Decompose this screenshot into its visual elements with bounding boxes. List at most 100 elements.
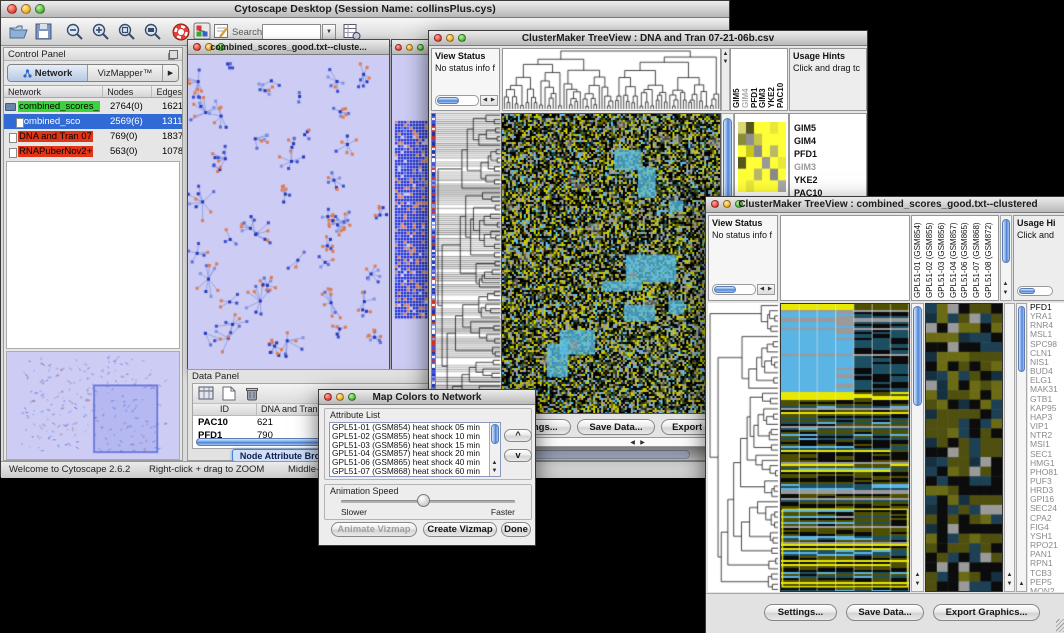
tab-overflow-arrow-icon[interactable]: ▶ xyxy=(163,65,178,81)
row-label[interactable]: GIM3 xyxy=(794,161,822,174)
scroll-thumb[interactable] xyxy=(1002,219,1010,263)
mini-vscrollbar[interactable]: ▲▼ xyxy=(721,48,730,111)
row-label[interactable]: GIM5 xyxy=(794,122,822,135)
usage-hints-hscrollbar[interactable] xyxy=(1017,286,1053,296)
select-attributes-icon[interactable] xyxy=(198,386,214,401)
network-view-titlebar[interactable]: combined_scores_good.txt--cluste... xyxy=(188,40,389,55)
row-label[interactable]: PFD1 xyxy=(794,148,822,161)
scroll-down-icon[interactable]: ▼ xyxy=(1005,580,1014,588)
network-overview-canvas[interactable] xyxy=(6,351,180,460)
view-status-hscrollbar[interactable] xyxy=(435,95,479,106)
column-label[interactable]: YKE2 xyxy=(768,50,777,109)
scroll-up-icon[interactable]: ▲ xyxy=(1017,580,1026,588)
zoom-window-icon[interactable] xyxy=(417,44,424,51)
done-button[interactable]: Done xyxy=(501,522,531,537)
column-label[interactable]: GIM5 xyxy=(733,50,742,109)
heatmap-vscrollbar[interactable]: ▲ ▼ xyxy=(911,303,924,592)
scroll-up-icon[interactable]: ▲ xyxy=(1001,280,1010,288)
column-label[interactable]: GIM4 xyxy=(742,50,751,109)
column-dendrogram-canvas[interactable] xyxy=(503,49,720,110)
scroll-arrows[interactable]: ◀▶ xyxy=(757,284,775,295)
zoom-heatmap-canvas[interactable] xyxy=(925,303,1003,592)
scroll-arrows[interactable]: ◀▶ xyxy=(480,95,498,106)
treeview1-titlebar[interactable]: ClusterMaker TreeView : DNA and Tran 07-… xyxy=(429,31,867,46)
col-nodes[interactable]: Nodes xyxy=(103,86,152,97)
network-row[interactable]: RNAPuberNov2+ 563(0) 107847(0) xyxy=(4,144,182,159)
search-input[interactable] xyxy=(262,24,321,40)
col-edges[interactable]: Edges xyxy=(152,86,182,97)
new-attribute-icon[interactable] xyxy=(222,386,236,401)
move-up-button[interactable]: ^ xyxy=(504,429,532,442)
heatmap-canvas[interactable] xyxy=(501,113,721,414)
resize-grip[interactable] xyxy=(1056,619,1064,632)
scroll-thumb[interactable] xyxy=(1019,288,1035,294)
heatmap-canvas[interactable] xyxy=(780,303,910,592)
save-icon[interactable] xyxy=(34,22,53,41)
scroll-thumb[interactable] xyxy=(714,286,736,293)
labels-vscrollbar[interactable]: ▲ ▼ xyxy=(1000,215,1012,301)
scroll-up-icon[interactable]: ▲ xyxy=(721,50,730,58)
column-label[interactable]: GPL51-04 (GSM857) xyxy=(950,217,962,299)
treeview2-titlebar[interactable]: ClusterMaker TreeView : combined_scores_… xyxy=(706,197,1064,213)
dialog-titlebar[interactable]: Map Colors to Network xyxy=(319,390,535,405)
scroll-right-icon[interactable]: ▶ xyxy=(766,285,774,294)
network-graph-canvas[interactable] xyxy=(188,55,389,371)
tab-vizmapper[interactable]: VizMapper™ xyxy=(88,65,163,81)
scroll-down-icon[interactable]: ▼ xyxy=(913,580,922,588)
row-label[interactable]: GIM4 xyxy=(794,135,822,148)
save-data-button[interactable]: Save Data... xyxy=(846,604,924,621)
row-dendrogram-canvas[interactable] xyxy=(708,303,779,592)
scroll-thumb[interactable] xyxy=(491,424,499,444)
scroll-left-icon[interactable]: ◀ xyxy=(481,96,489,105)
column-label[interactable]: GPL51-07 (GSM868) xyxy=(973,217,985,299)
scroll-right-icon[interactable]: ▶ xyxy=(489,96,497,105)
column-label[interactable]: GPL51-02 (GSM855) xyxy=(926,217,938,299)
network-row[interactable]: combined_scores_ 2764(0) 16218(0) xyxy=(4,99,182,114)
scroll-left-icon[interactable]: ◀ xyxy=(628,439,637,447)
row-dendrogram-canvas[interactable] xyxy=(436,113,501,414)
view-status-hscrollbar[interactable] xyxy=(712,284,756,295)
gene-label[interactable]: MON2 xyxy=(1028,587,1064,592)
scroll-up-icon[interactable]: ▲ xyxy=(490,459,499,467)
scroll-thumb[interactable] xyxy=(1018,306,1025,372)
zoom-vscrollbar[interactable]: ▲ ▼ xyxy=(1004,303,1015,592)
scroll-down-icon[interactable]: ▼ xyxy=(490,467,499,475)
zoom-in-icon[interactable] xyxy=(91,22,111,42)
column-label[interactable]: GIM3 xyxy=(759,50,768,109)
minimize-icon[interactable] xyxy=(406,44,413,51)
scroll-right-icon[interactable]: ▶ xyxy=(638,439,647,447)
delete-attribute-icon[interactable] xyxy=(245,386,259,401)
scroll-thumb[interactable] xyxy=(913,306,922,406)
save-data-button[interactable]: Save Data... xyxy=(577,419,655,435)
network-view-2-titlebar[interactable] xyxy=(392,40,429,55)
scroll-down-icon[interactable]: ▼ xyxy=(1001,289,1010,297)
scroll-down-icon[interactable]: ▼ xyxy=(721,58,730,66)
animate-vizmap-button[interactable]: Animate Vizmap xyxy=(331,522,417,537)
float-panel-icon[interactable] xyxy=(169,50,178,59)
move-down-button[interactable]: v xyxy=(504,449,532,462)
zoom-out-icon[interactable] xyxy=(65,22,85,42)
col-network[interactable]: Network xyxy=(4,86,103,97)
gene-list-vscrollbar[interactable]: ▲ xyxy=(1016,303,1027,592)
zoom-heatmap-canvas[interactable] xyxy=(738,122,786,192)
column-label[interactable]: PAC10 xyxy=(777,50,786,109)
tab-network[interactable]: Network xyxy=(8,65,88,81)
create-vizmap-button[interactable]: Create Vizmap xyxy=(423,522,497,537)
attribute-item[interactable]: GPL51-07 (GSM868) heat shock 60 min xyxy=(330,467,500,476)
row-label[interactable]: YKE2 xyxy=(794,174,822,187)
id-column-header[interactable]: ID xyxy=(193,404,257,415)
network-graph-canvas-2[interactable] xyxy=(392,55,429,371)
search-dropdown-arrow-icon[interactable]: ▼ xyxy=(322,24,336,40)
column-label[interactable]: GPL51-03 (GSM856) xyxy=(938,217,950,299)
speed-slider-thumb[interactable] xyxy=(417,494,430,507)
zoom-selected-icon[interactable] xyxy=(117,22,137,42)
scroll-up-icon[interactable]: ▲ xyxy=(913,571,922,579)
column-label[interactable]: GPL51-01 (GSM854) xyxy=(914,217,926,299)
scroll-thumb[interactable] xyxy=(437,97,459,104)
zoom-fit-icon[interactable] xyxy=(143,22,163,42)
settings-button[interactable]: Settings... xyxy=(764,604,837,621)
column-dendrogram-panel[interactable] xyxy=(780,215,910,301)
main-titlebar[interactable]: Cytoscape Desktop (Session Name: collins… xyxy=(1,1,729,18)
attribute-listbox[interactable]: GPL51-01 (GSM854) heat shock 05 minGPL51… xyxy=(329,422,501,477)
network-row[interactable]: combined_sco 2569(6) 13112(15) xyxy=(4,114,182,129)
